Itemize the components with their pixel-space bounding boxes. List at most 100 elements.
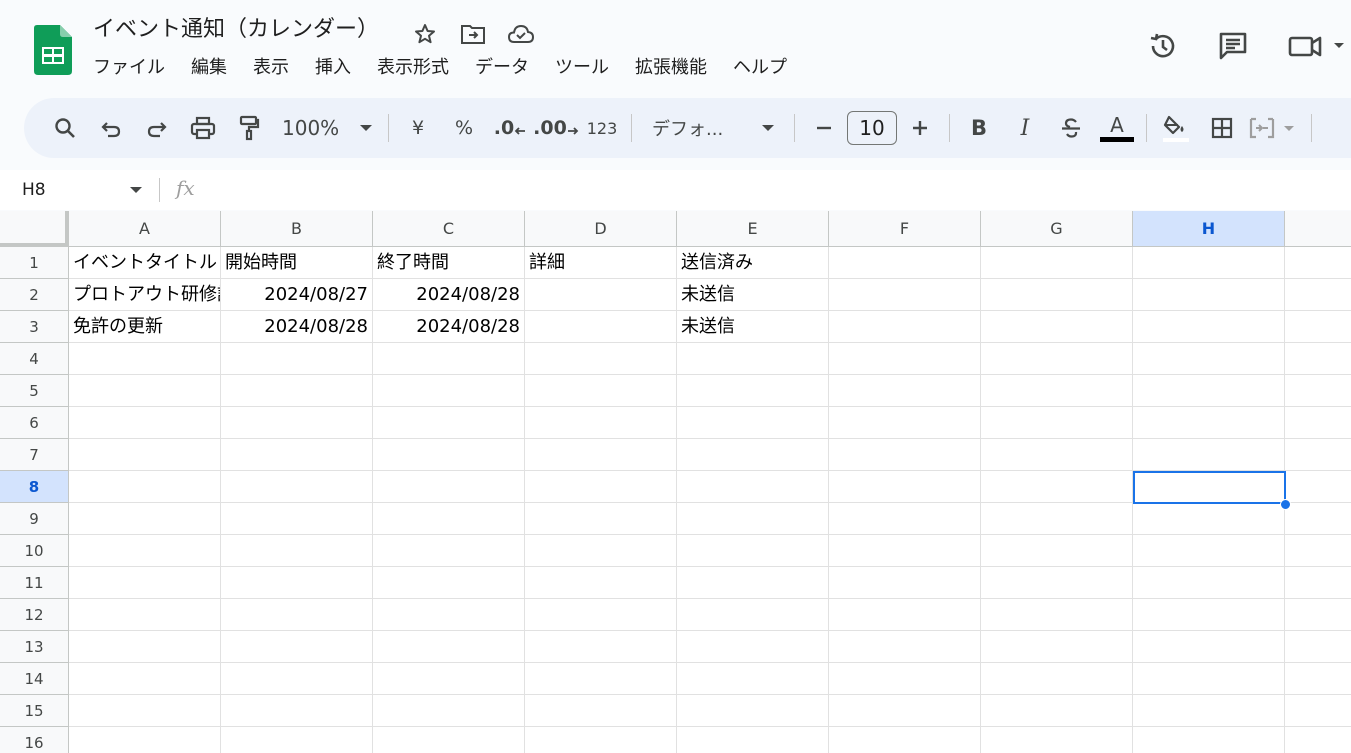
- select-all-corner[interactable]: [0, 211, 69, 247]
- cell-e5[interactable]: [677, 375, 829, 407]
- cell-a7[interactable]: [69, 439, 221, 471]
- cell-h12[interactable]: [1133, 599, 1285, 631]
- menu-extensions[interactable]: 拡張機能: [635, 54, 707, 82]
- column-header-b[interactable]: B: [221, 211, 373, 247]
- cell-a10[interactable]: [69, 535, 221, 567]
- print-icon[interactable]: [180, 110, 226, 146]
- cell-next1[interactable]: [1285, 247, 1351, 279]
- cell-e11[interactable]: [677, 567, 829, 599]
- cell-h4[interactable]: [1133, 343, 1285, 375]
- row-header-6[interactable]: 6: [0, 407, 69, 439]
- cell-d5[interactable]: [525, 375, 677, 407]
- strikethrough-icon[interactable]: [1048, 110, 1094, 146]
- cell-b9[interactable]: [221, 503, 373, 535]
- cell-next13[interactable]: [1285, 631, 1351, 663]
- cell-g6[interactable]: [981, 407, 1133, 439]
- fill-handle[interactable]: [1280, 499, 1291, 510]
- cell-c3[interactable]: 2024/08/28: [373, 311, 525, 343]
- column-header-next[interactable]: [1285, 211, 1351, 247]
- cell-a6[interactable]: [69, 407, 221, 439]
- cell-e6[interactable]: [677, 407, 829, 439]
- cell-c15[interactable]: [373, 695, 525, 727]
- cell-g15[interactable]: [981, 695, 1133, 727]
- row-header-11[interactable]: 11: [0, 567, 69, 599]
- cell-next3[interactable]: [1285, 311, 1351, 343]
- row-header-8[interactable]: 8: [0, 471, 69, 503]
- cell-d9[interactable]: [525, 503, 677, 535]
- cell-c9[interactable]: [373, 503, 525, 535]
- cell-b16[interactable]: [221, 727, 373, 753]
- cell-next6[interactable]: [1285, 407, 1351, 439]
- merge-cells-icon[interactable]: [1245, 110, 1305, 146]
- formula-input[interactable]: [215, 176, 1335, 204]
- cell-f12[interactable]: [829, 599, 981, 631]
- cell-b6[interactable]: [221, 407, 373, 439]
- cell-d14[interactable]: [525, 663, 677, 695]
- cell-f6[interactable]: [829, 407, 981, 439]
- cell-d4[interactable]: [525, 343, 677, 375]
- undo-icon[interactable]: [88, 110, 134, 146]
- cell-f11[interactable]: [829, 567, 981, 599]
- bold-button[interactable]: B: [956, 110, 1002, 146]
- cell-c8[interactable]: [373, 471, 525, 503]
- cell-h2[interactable]: [1133, 279, 1285, 311]
- sheet-grid[interactable]: A B C D E F G H 1 イベントタイトル 開始時間 終了時間 詳細 送信済み 2 プロトアウト研修…: [0, 211, 1351, 753]
- cell-b4[interactable]: [221, 343, 373, 375]
- row-header-14[interactable]: 14: [0, 663, 69, 695]
- cell-g5[interactable]: [981, 375, 1133, 407]
- cell-h14[interactable]: [1133, 663, 1285, 695]
- increase-font-size-icon[interactable]: [897, 110, 943, 146]
- cell-f10[interactable]: [829, 535, 981, 567]
- cell-b8[interactable]: [221, 471, 373, 503]
- cell-next16[interactable]: [1285, 727, 1351, 753]
- decrease-font-size-icon[interactable]: [801, 110, 847, 146]
- move-folder-icon[interactable]: [456, 20, 490, 48]
- cell-next12[interactable]: [1285, 599, 1351, 631]
- currency-format-button[interactable]: ¥: [395, 110, 441, 146]
- meet-video-icon[interactable]: [1281, 24, 1351, 68]
- menu-data[interactable]: データ: [475, 54, 529, 82]
- text-color-button[interactable]: A: [1094, 110, 1140, 146]
- row-header-5[interactable]: 5: [0, 375, 69, 407]
- cell-g1[interactable]: [981, 247, 1133, 279]
- column-header-d[interactable]: D: [525, 211, 677, 247]
- menu-edit[interactable]: 編集: [191, 54, 227, 82]
- cell-a12[interactable]: [69, 599, 221, 631]
- menu-file[interactable]: ファイル: [93, 54, 165, 82]
- cell-c16[interactable]: [373, 727, 525, 753]
- cell-g14[interactable]: [981, 663, 1133, 695]
- row-header-12[interactable]: 12: [0, 599, 69, 631]
- cell-a11[interactable]: [69, 567, 221, 599]
- cell-e3[interactable]: 未送信: [677, 311, 829, 343]
- font-size-input[interactable]: 10: [847, 111, 897, 145]
- sheets-logo-icon[interactable]: [34, 25, 72, 75]
- row-header-1[interactable]: 1: [0, 247, 69, 279]
- cell-f13[interactable]: [829, 631, 981, 663]
- cell-e15[interactable]: [677, 695, 829, 727]
- cell-h3[interactable]: [1133, 311, 1285, 343]
- cell-b3[interactable]: 2024/08/28: [221, 311, 373, 343]
- cell-f9[interactable]: [829, 503, 981, 535]
- cell-next2[interactable]: [1285, 279, 1351, 311]
- cell-h1[interactable]: [1133, 247, 1285, 279]
- cell-d7[interactable]: [525, 439, 677, 471]
- menu-insert[interactable]: 挿入: [315, 54, 351, 82]
- cell-g10[interactable]: [981, 535, 1133, 567]
- cell-c14[interactable]: [373, 663, 525, 695]
- menu-tools[interactable]: ツール: [555, 54, 609, 82]
- column-header-e[interactable]: E: [677, 211, 829, 247]
- cloud-saved-icon[interactable]: [504, 20, 538, 48]
- cell-next10[interactable]: [1285, 535, 1351, 567]
- cell-next4[interactable]: [1285, 343, 1351, 375]
- cell-b11[interactable]: [221, 567, 373, 599]
- cell-f15[interactable]: [829, 695, 981, 727]
- column-header-g[interactable]: G: [981, 211, 1133, 247]
- cell-d6[interactable]: [525, 407, 677, 439]
- cell-c4[interactable]: [373, 343, 525, 375]
- cell-a1[interactable]: イベントタイトル: [69, 247, 221, 279]
- cell-b14[interactable]: [221, 663, 373, 695]
- row-header-4[interactable]: 4: [0, 343, 69, 375]
- more-formats-button[interactable]: 123: [579, 110, 625, 146]
- cell-g4[interactable]: [981, 343, 1133, 375]
- cell-b15[interactable]: [221, 695, 373, 727]
